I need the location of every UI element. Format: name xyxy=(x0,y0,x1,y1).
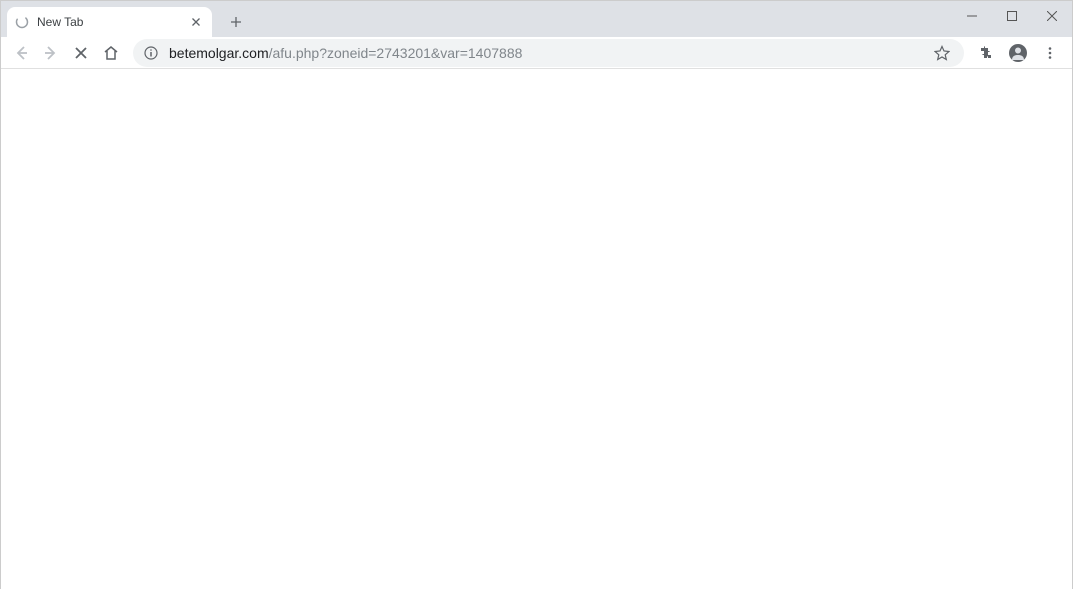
toolbar-right xyxy=(972,39,1066,67)
extensions-button[interactable] xyxy=(972,39,1000,67)
home-button[interactable] xyxy=(97,39,125,67)
loading-spinner-icon xyxy=(15,15,29,29)
browser-tab[interactable]: New Tab xyxy=(7,7,212,37)
forward-button[interactable] xyxy=(37,39,65,67)
address-bar[interactable]: betemolgar.com/afu.php?zoneid=2743201&va… xyxy=(133,39,964,67)
site-info-icon[interactable] xyxy=(143,45,159,61)
window-controls xyxy=(952,1,1072,31)
content-area xyxy=(1,69,1072,590)
tab-strip: New Tab xyxy=(1,1,1072,37)
close-window-button[interactable] xyxy=(1032,1,1072,31)
new-tab-button[interactable] xyxy=(222,8,250,36)
stop-button[interactable] xyxy=(67,39,95,67)
profile-button[interactable] xyxy=(1004,39,1032,67)
back-button[interactable] xyxy=(7,39,35,67)
menu-button[interactable] xyxy=(1036,39,1064,67)
tab-close-button[interactable] xyxy=(188,14,204,30)
url-text: betemolgar.com/afu.php?zoneid=2743201&va… xyxy=(169,45,930,61)
tabs-row: New Tab xyxy=(1,1,250,37)
maximize-button[interactable] xyxy=(992,1,1032,31)
toolbar: betemolgar.com/afu.php?zoneid=2743201&va… xyxy=(1,37,1072,69)
bookmark-star-button[interactable] xyxy=(930,41,954,65)
url-domain: betemolgar.com xyxy=(169,45,269,61)
tab-title: New Tab xyxy=(37,15,188,29)
minimize-button[interactable] xyxy=(952,1,992,31)
url-path: /afu.php?zoneid=2743201&var=1407888 xyxy=(269,45,523,61)
